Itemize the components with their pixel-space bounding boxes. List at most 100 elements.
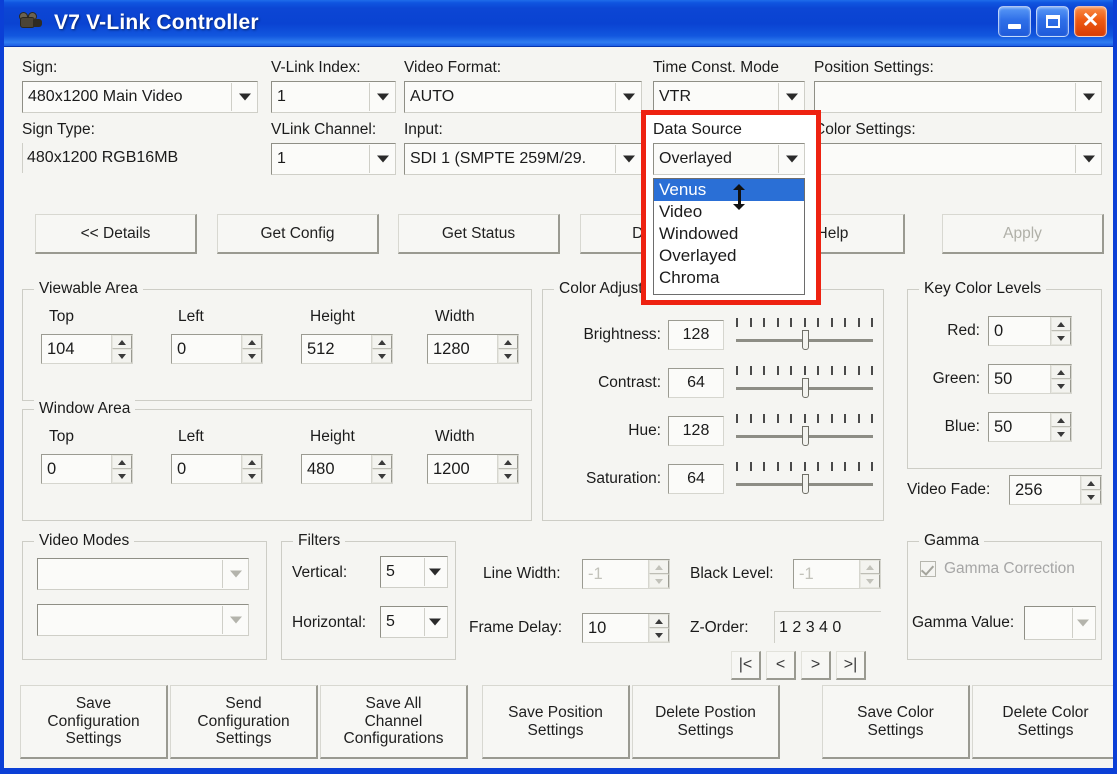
time-const-mode-combo[interactable]: VTR [653,81,805,113]
spin-down-icon[interactable] [1081,490,1101,504]
gamma-value-combo[interactable] [1024,606,1096,640]
sign-combo[interactable]: 480x1200 Main Video [22,81,258,113]
hue-field[interactable]: 128 [668,416,724,446]
viewable-width-spinner[interactable]: 1280 [427,334,519,364]
spin-up-icon[interactable] [1081,476,1101,490]
frame-delay-spinner[interactable]: 10 [582,613,670,643]
spin-down-icon[interactable] [372,349,392,363]
hue-slider[interactable] [736,414,873,448]
save-all-channel-configurations-button[interactable]: Save All Channel Configurations [320,685,468,759]
minimize-button[interactable] [998,6,1031,37]
spin-down-icon[interactable] [242,349,262,363]
spin-up-icon[interactable] [372,455,392,469]
input-combo[interactable]: SDI 1 (SMPTE 259M/29. [404,143,642,175]
spin-down-icon[interactable] [498,469,518,483]
spin-up-icon[interactable] [1051,317,1071,331]
dropdown-item-chroma[interactable]: Chroma [654,267,804,289]
window-area-group: Window Area Top 0 Left 0 Height 480 Widt… [22,409,532,521]
video-mode-combo-1[interactable] [37,558,249,590]
save-configuration-settings-button[interactable]: Save Configuration Settings [20,685,168,759]
slider-thumb[interactable] [802,474,809,494]
spin-up-icon[interactable] [649,614,669,628]
spin-up-icon[interactable] [242,455,262,469]
contrast-field[interactable]: 64 [668,368,724,398]
filter-horizontal-combo[interactable]: 5 [380,606,448,638]
spin-down-icon[interactable] [112,469,132,483]
spin-down-icon[interactable] [242,469,262,483]
nav-first-button[interactable]: |< [731,651,761,680]
maximize-button[interactable] [1036,6,1069,37]
filter-horizontal-value: 5 [386,613,395,631]
spin-down-icon[interactable] [1051,331,1071,345]
details-button[interactable]: << Details [35,214,197,254]
nav-prev-button[interactable]: < [766,651,796,680]
contrast-slider[interactable] [736,366,873,400]
close-button[interactable]: ✕ [1074,6,1107,37]
data-source-block: Data Source [653,121,742,139]
position-settings-combo[interactable] [814,81,1102,113]
save-position-settings-button[interactable]: Save Position Settings [482,685,630,759]
spin-down-icon[interactable] [649,628,669,642]
spin-up-icon[interactable] [112,455,132,469]
slider-thumb[interactable] [802,426,809,446]
nav-button-group: |< < > >| [731,651,866,680]
data-source-combo[interactable]: Overlayed [653,143,805,175]
send-configuration-settings-button[interactable]: Send Configuration Settings [170,685,318,759]
video-mode-combo-2[interactable] [37,604,249,636]
z-order-field[interactable]: 1 2 3 4 0 [774,611,881,643]
slider-thumb[interactable] [802,378,809,398]
slider-thumb[interactable] [802,330,809,350]
viewable-left-spinner[interactable]: 0 [171,334,263,364]
spin-up-icon[interactable] [372,335,392,349]
spin-down-icon[interactable] [498,349,518,363]
delete-color-settings-button[interactable]: Delete Color Settings [972,685,1117,759]
video-format-combo[interactable]: AUTO [404,81,642,113]
data-source-dropdown-list[interactable]: Venus Video Windowed Overlayed Chroma [653,178,805,295]
viewable-top-value: 104 [42,335,111,363]
saturation-field[interactable]: 64 [668,464,724,494]
vlink-index-combo[interactable]: 1 [271,81,396,113]
gamma-correction-checkbox: Gamma Correction [920,560,1075,578]
delete-position-settings-button[interactable]: Delete Postion Settings [632,685,780,759]
brightness-field[interactable]: 128 [668,320,724,350]
dropdown-item-overlayed[interactable]: Overlayed [654,245,804,267]
green-spinner[interactable]: 50 [988,364,1072,394]
window-left-spinner[interactable]: 0 [171,454,263,484]
dropdown-item-venus[interactable]: Venus [654,179,804,201]
chevron-down-icon [425,613,444,632]
spin-up-icon[interactable] [498,335,518,349]
vlink-index-value: 1 [277,88,286,106]
brightness-slider[interactable] [736,318,873,352]
gamma-title: Gamma [919,532,984,550]
spin-down-icon[interactable] [1051,379,1071,393]
get-config-button[interactable]: Get Config [217,214,379,254]
sign-type-field: 480x1200 RGB16MB [22,143,258,173]
spin-down-icon[interactable] [1051,427,1071,441]
viewable-top-spinner[interactable]: 104 [41,334,133,364]
color-settings-combo[interactable] [814,143,1102,175]
spin-up-icon [649,560,669,574]
save-color-settings-button[interactable]: Save Color Settings [822,685,970,759]
window-height-spinner[interactable]: 480 [301,454,393,484]
viewable-height-spinner[interactable]: 512 [301,334,393,364]
dropdown-item-video[interactable]: Video [654,201,804,223]
red-spinner[interactable]: 0 [988,316,1072,346]
spin-up-icon[interactable] [242,335,262,349]
video-fade-spinner[interactable]: 256 [1009,475,1102,505]
spin-down-icon[interactable] [112,349,132,363]
spin-up-icon[interactable] [1051,413,1071,427]
filter-vertical-combo[interactable]: 5 [380,556,448,588]
blue-spinner[interactable]: 50 [988,412,1072,442]
spin-up-icon[interactable] [498,455,518,469]
window-top-spinner[interactable]: 0 [41,454,133,484]
spin-up-icon[interactable] [112,335,132,349]
get-status-button[interactable]: Get Status [398,214,560,254]
nav-last-button[interactable]: >| [836,651,866,680]
dropdown-item-windowed[interactable]: Windowed [654,223,804,245]
spin-up-icon[interactable] [1051,365,1071,379]
spin-down-icon[interactable] [372,469,392,483]
window-width-spinner[interactable]: 1200 [427,454,519,484]
vlink-channel-combo[interactable]: 1 [271,143,396,175]
saturation-slider[interactable] [736,462,873,496]
nav-next-button[interactable]: > [801,651,831,680]
